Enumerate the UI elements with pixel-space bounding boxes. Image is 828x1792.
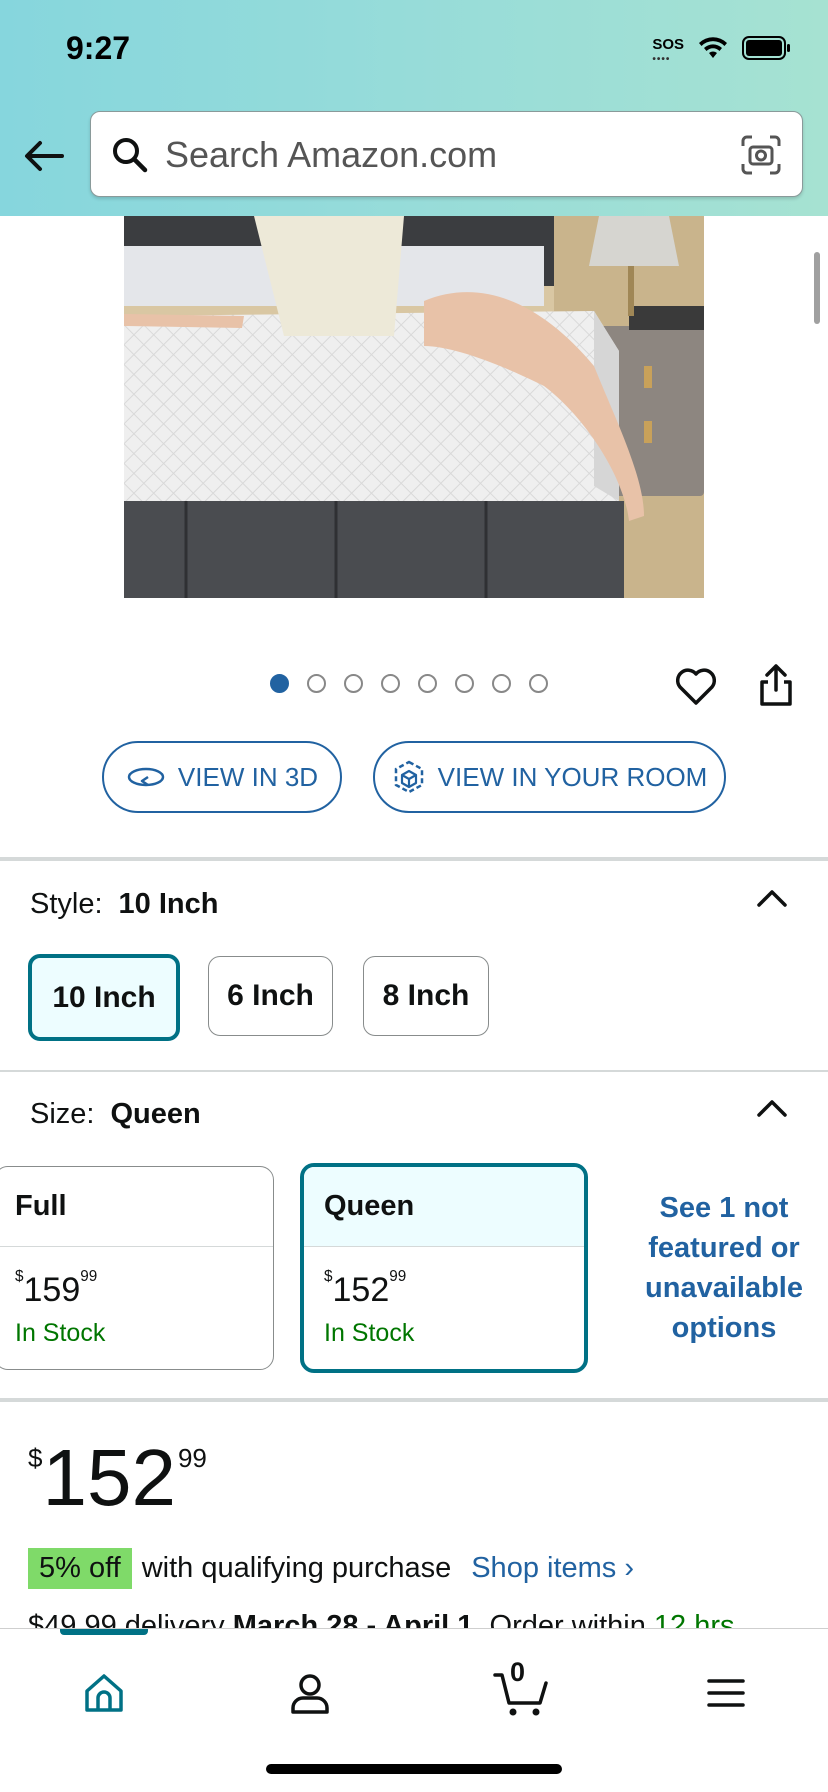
nav-home[interactable]: [74, 1663, 134, 1723]
pagination-dot[interactable]: [344, 674, 363, 693]
pagination-dot[interactable]: [455, 674, 474, 693]
camera-lens-icon[interactable]: [740, 134, 782, 176]
size-selector-label: Size: Queen: [30, 1098, 201, 1130]
size-option-name: Full: [0, 1167, 273, 1247]
mattress-photo: [124, 216, 704, 598]
sos-indicator: SOS ••••: [652, 35, 684, 65]
style-selector-label: Style: 10 Inch: [30, 888, 219, 920]
pagination-dot[interactable]: [307, 674, 326, 693]
view-in-your-room-button[interactable]: VIEW IN YOUR ROOM: [373, 741, 726, 813]
size-option-full[interactable]: Full $15999 In Stock: [0, 1166, 274, 1370]
pagination-dot[interactable]: [492, 674, 511, 693]
share-icon[interactable]: [756, 662, 796, 708]
header: 9:27 SOS ••••: [0, 0, 828, 216]
shop-items-link[interactable]: Shop items ›: [471, 1552, 634, 1585]
home-indicator[interactable]: [266, 1764, 562, 1774]
status-time: 9:27: [66, 30, 131, 66]
section-divider: [0, 1398, 828, 1402]
size-option-queen[interactable]: Queen $15299 In Stock: [300, 1163, 588, 1373]
rotate-3d-icon: [127, 767, 165, 787]
nav-cart[interactable]: 0: [486, 1657, 556, 1723]
section-divider: [0, 1070, 828, 1072]
product-image[interactable]: [124, 216, 704, 598]
section-divider: [0, 857, 828, 861]
product-price: $15299: [28, 1433, 207, 1522]
cart-count: 0: [510, 1657, 526, 1687]
style-selected-value: 10 Inch: [118, 888, 219, 920]
see-unavailable-options-link[interactable]: See 1 not featured or unavailable option…: [628, 1188, 820, 1348]
home-icon: [85, 1674, 123, 1712]
search-icon: [113, 138, 148, 173]
wifi-icon: [699, 37, 727, 58]
size-option-stock: In Stock: [324, 1319, 415, 1347]
ar-cube-icon: [394, 760, 423, 794]
style-option-6-inch[interactable]: 6 Inch: [208, 956, 333, 1036]
promo-row: 5% off with qualifying purchase Shop ite…: [28, 1548, 634, 1589]
discount-badge: 5% off: [28, 1548, 132, 1589]
chevron-up-icon[interactable]: [756, 888, 788, 908]
search-bar[interactable]: [90, 111, 803, 198]
pagination-dot[interactable]: [270, 674, 289, 693]
back-arrow-icon[interactable]: [22, 134, 66, 178]
nav-account[interactable]: [280, 1663, 340, 1723]
size-option-name: Queen: [304, 1167, 584, 1247]
menu-icon: [707, 1679, 745, 1707]
size-option-price: $15299: [324, 1267, 407, 1309]
pagination-dot[interactable]: [418, 674, 437, 693]
image-pagination[interactable]: [270, 674, 548, 693]
pagination-dot[interactable]: [529, 674, 548, 693]
promo-text: with qualifying purchase: [141, 1552, 452, 1584]
signal-dots-icon: ••••: [652, 53, 671, 65]
style-option-10-inch[interactable]: 10 Inch: [28, 954, 180, 1041]
person-icon: [291, 1674, 329, 1714]
style-option-8-inch[interactable]: 8 Inch: [363, 956, 489, 1036]
chevron-up-icon[interactable]: [756, 1098, 788, 1118]
status-icons: SOS ••••: [652, 35, 792, 65]
search-input[interactable]: [165, 112, 725, 198]
heart-icon[interactable]: [674, 664, 718, 708]
view-in-3d-button[interactable]: VIEW IN 3D: [102, 741, 342, 813]
active-tab-indicator: [60, 1629, 148, 1635]
size-option-stock: In Stock: [15, 1319, 106, 1347]
battery-icon: [742, 36, 790, 60]
size-selected-value: Queen: [110, 1098, 201, 1130]
scrollbar[interactable]: [814, 252, 820, 324]
nav-menu[interactable]: [696, 1663, 756, 1723]
size-option-price: $15999: [15, 1267, 98, 1309]
pagination-dot[interactable]: [381, 674, 400, 693]
